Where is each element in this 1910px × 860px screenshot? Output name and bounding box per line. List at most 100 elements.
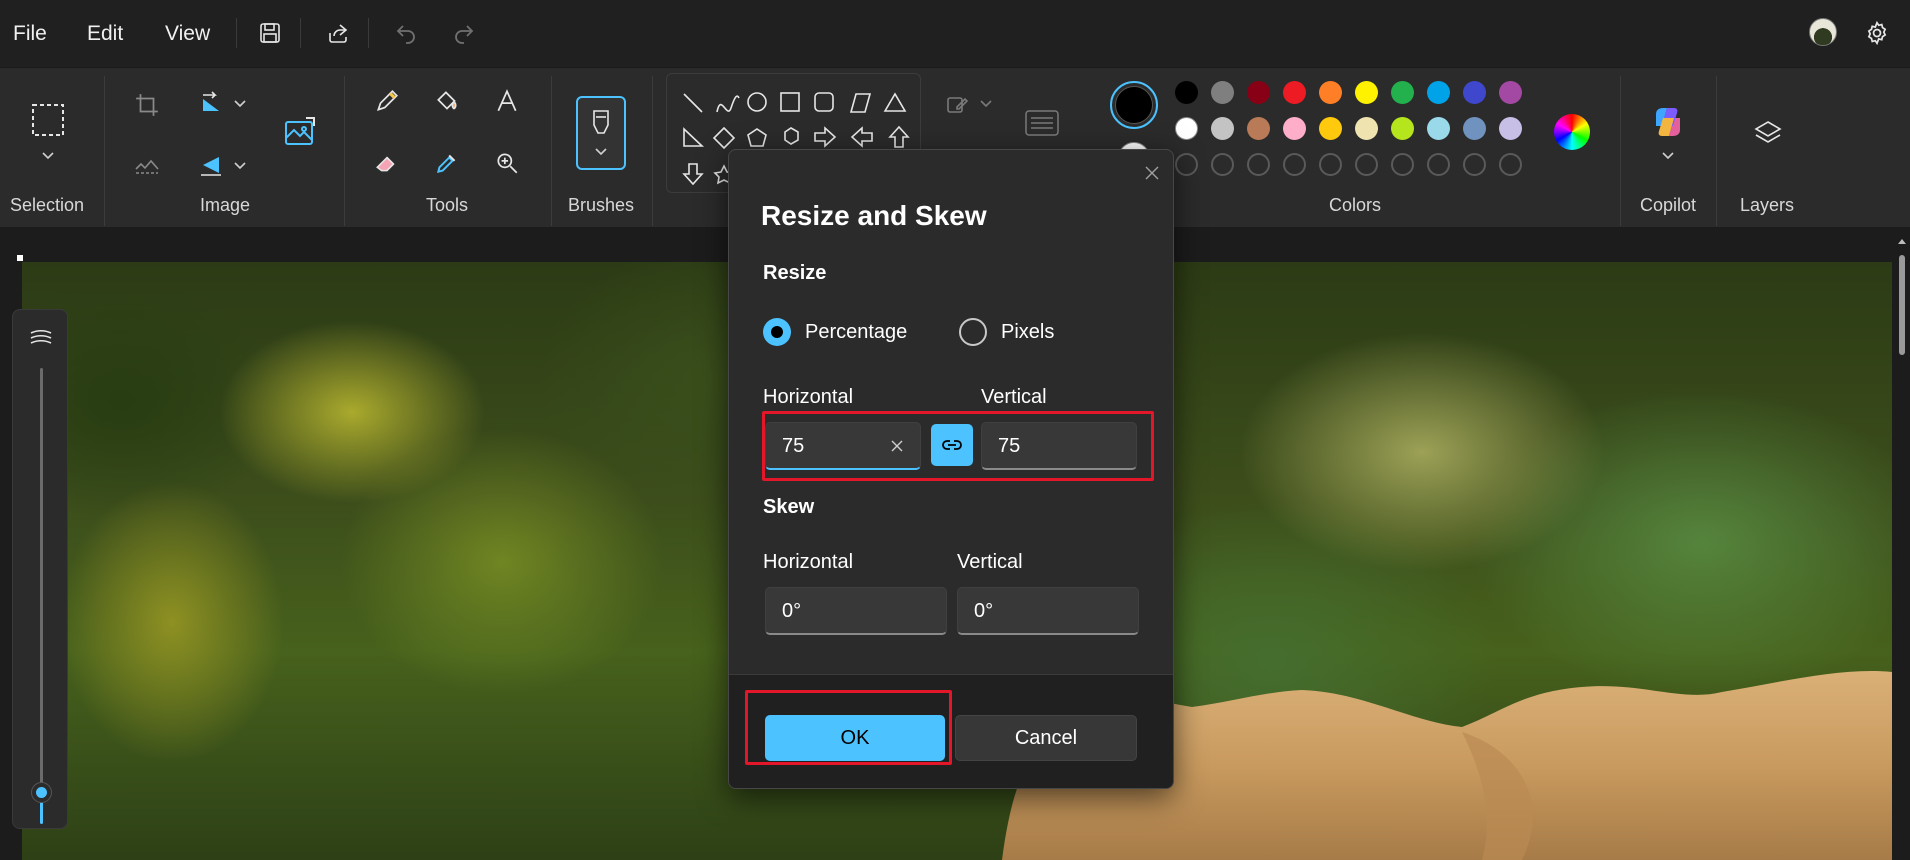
- resize-vertical-input[interactable]: 75: [981, 422, 1137, 470]
- polygon-shape-icon: [849, 93, 872, 113]
- resize-heading: Resize: [763, 262, 827, 284]
- account-avatar[interactable]: [1809, 18, 1837, 46]
- color-swatch[interactable]: [1355, 81, 1378, 104]
- shape-outline-icon[interactable]: [940, 90, 974, 120]
- eraser-icon[interactable]: [370, 146, 404, 180]
- color-swatch[interactable]: [1175, 81, 1198, 104]
- chevron-down-icon[interactable]: [978, 96, 994, 112]
- custom-color-slot[interactable]: [1427, 153, 1450, 176]
- rotate-icon[interactable]: [194, 86, 228, 120]
- clear-icon[interactable]: [886, 435, 908, 457]
- rounded-rectangle-shape-icon: [814, 92, 834, 112]
- custom-color-slot[interactable]: [1211, 153, 1234, 176]
- custom-color-slot[interactable]: [1355, 153, 1378, 176]
- pencil-icon[interactable]: [370, 84, 404, 118]
- color-picker-icon[interactable]: [430, 146, 464, 180]
- custom-color-slot[interactable]: [1463, 153, 1486, 176]
- share-icon[interactable]: [321, 16, 355, 50]
- chevron-down-icon[interactable]: [40, 148, 56, 164]
- pixels-radio-label[interactable]: Pixels: [1001, 321, 1054, 344]
- vertical-scrollbar-thumb[interactable]: [1899, 255, 1905, 355]
- custom-color-slot[interactable]: [1499, 153, 1522, 176]
- skew-horizontal-input[interactable]: 0°: [765, 587, 947, 635]
- undo-icon[interactable]: [389, 16, 423, 50]
- color-wheel-icon[interactable]: [1552, 112, 1592, 152]
- color-swatch[interactable]: [1499, 81, 1522, 104]
- color-swatch[interactable]: [1319, 117, 1342, 140]
- custom-color-slot[interactable]: [1319, 153, 1342, 176]
- menu-file[interactable]: File: [13, 22, 47, 46]
- custom-color-slot[interactable]: [1175, 153, 1198, 176]
- ribbon-divider: [652, 76, 653, 226]
- color-swatch[interactable]: [1391, 117, 1414, 140]
- brushes-button[interactable]: [576, 96, 626, 170]
- canvas-resize-handle[interactable]: [17, 255, 23, 261]
- settings-gear-icon[interactable]: [1860, 16, 1894, 50]
- text-tool-icon[interactable]: [490, 84, 524, 118]
- color-swatch[interactable]: [1211, 81, 1234, 104]
- color-swatch[interactable]: [1427, 81, 1450, 104]
- cancel-button[interactable]: Cancel: [955, 715, 1137, 761]
- custom-color-slot[interactable]: [1391, 153, 1414, 176]
- custom-color-slot[interactable]: [1247, 153, 1270, 176]
- flip-icon[interactable]: [194, 148, 228, 182]
- color-swatch[interactable]: [1319, 81, 1342, 104]
- pixels-radio[interactable]: [959, 318, 987, 346]
- group-label-layers: Layers: [1739, 195, 1795, 215]
- up-arrow-shape-icon: [888, 125, 910, 148]
- resize-horizontal-input[interactable]: 75: [765, 422, 921, 470]
- ribbon-divider: [104, 76, 105, 226]
- rectangle-shape-icon: [780, 92, 800, 112]
- resize-image-icon[interactable]: [280, 112, 320, 152]
- remove-background-icon[interactable]: [130, 148, 164, 182]
- layers-icon[interactable]: [1748, 114, 1788, 154]
- group-label-colors: Colors: [1328, 195, 1381, 215]
- menu-divider: [300, 18, 301, 48]
- color-swatch[interactable]: [1391, 81, 1414, 104]
- stroke-size-icon[interactable]: [1022, 108, 1062, 138]
- color-swatch[interactable]: [1499, 117, 1522, 140]
- skew-vertical-input[interactable]: 0°: [957, 587, 1139, 635]
- primary-color-button[interactable]: [1110, 81, 1158, 129]
- group-label-image: Image: [199, 195, 251, 215]
- percentage-radio[interactable]: [763, 318, 791, 346]
- menu-edit[interactable]: Edit: [87, 22, 123, 46]
- left-arrow-shape-icon: [850, 126, 873, 148]
- color-swatch[interactable]: [1247, 81, 1270, 104]
- pentagon-shape-icon: [747, 128, 767, 147]
- zoom-slider-track[interactable]: [40, 368, 43, 808]
- copilot-icon[interactable]: [1648, 102, 1688, 142]
- lock-aspect-ratio-button[interactable]: [931, 424, 973, 466]
- fill-bucket-icon[interactable]: [430, 84, 464, 118]
- color-swatch[interactable]: [1283, 81, 1306, 104]
- color-swatch[interactable]: [1247, 117, 1270, 140]
- redo-icon[interactable]: [447, 16, 481, 50]
- color-swatch[interactable]: [1283, 117, 1306, 140]
- dialog-title: Resize and Skew: [761, 200, 987, 231]
- menu-divider: [368, 18, 369, 48]
- chevron-down-icon[interactable]: [232, 96, 248, 112]
- close-icon[interactable]: [1139, 160, 1165, 186]
- zoom-slider-thumb[interactable]: [32, 783, 51, 802]
- resize-vertical-value: 75: [998, 435, 1021, 457]
- skew-horizontal-value: 0°: [782, 600, 802, 622]
- color-swatch[interactable]: [1355, 117, 1378, 140]
- magnifier-icon[interactable]: [490, 146, 524, 180]
- ribbon-divider: [551, 76, 552, 226]
- crop-icon[interactable]: [130, 88, 164, 122]
- color-swatch[interactable]: [1175, 117, 1198, 140]
- chevron-down-icon[interactable]: [1660, 148, 1676, 164]
- vertical-scrollbar[interactable]: [1897, 235, 1907, 855]
- color-swatch[interactable]: [1463, 81, 1486, 104]
- color-swatch[interactable]: [1463, 117, 1486, 140]
- save-icon[interactable]: [253, 16, 287, 50]
- ok-button[interactable]: OK: [765, 715, 945, 761]
- rectangle-selection-icon[interactable]: [28, 100, 68, 140]
- menu-view[interactable]: View: [165, 22, 210, 46]
- chevron-down-icon[interactable]: [232, 158, 248, 174]
- percentage-radio-label[interactable]: Percentage: [805, 321, 907, 344]
- color-swatch[interactable]: [1211, 117, 1234, 140]
- color-swatch[interactable]: [1427, 117, 1450, 140]
- dialog-footer: OK Cancel: [729, 674, 1173, 788]
- custom-color-slot[interactable]: [1283, 153, 1306, 176]
